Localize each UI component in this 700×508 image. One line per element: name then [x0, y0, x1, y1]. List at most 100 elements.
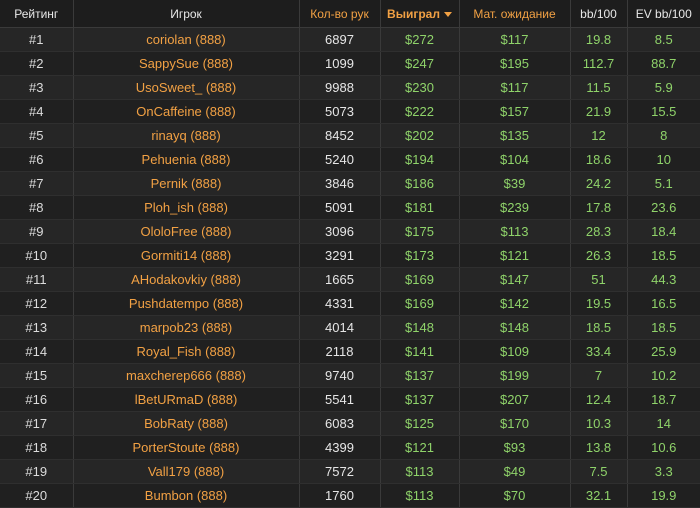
expected-cell: $148	[459, 315, 571, 340]
column-header-bb100[interactable]: bb/100	[570, 0, 628, 28]
bb100-cell: 32.1	[570, 483, 628, 508]
rank-cell: #19	[0, 459, 74, 484]
won-cell: $137	[380, 387, 460, 412]
player-link[interactable]: Ploh_ish (888)	[73, 195, 300, 220]
won-cell: $113	[380, 483, 460, 508]
rank-cell: #20	[0, 483, 74, 508]
rank-cell: #8	[0, 195, 74, 220]
expected-cell: $39	[459, 171, 571, 196]
player-link[interactable]: OloloFree (888)	[73, 219, 300, 244]
rank-cell: #9	[0, 219, 74, 244]
expected-cell: $49	[459, 459, 571, 484]
hands-cell: 6083	[299, 411, 381, 436]
player-link[interactable]: lBetURmaD (888)	[73, 387, 300, 412]
player-link[interactable]: Pernik (888)	[73, 171, 300, 196]
ev-bb100-cell: 14	[627, 411, 700, 436]
column-header-expected[interactable]: Мат. ожидание	[459, 0, 571, 28]
expected-cell: $117	[459, 75, 571, 100]
player-link[interactable]: Pushdatempo (888)	[73, 291, 300, 316]
bb100-cell: 51	[570, 267, 628, 292]
expected-cell: $195	[459, 51, 571, 76]
player-link[interactable]: BobRaty (888)	[73, 411, 300, 436]
column-header-rank[interactable]: Рейтинг	[0, 0, 74, 28]
ev-bb100-cell: 18.7	[627, 387, 700, 412]
column-header-rank-label: Рейтинг	[14, 6, 59, 21]
hands-cell: 7572	[299, 459, 381, 484]
bb100-cell: 12	[570, 123, 628, 148]
player-link[interactable]: coriolan (888)	[73, 27, 300, 52]
player-link[interactable]: marpob23 (888)	[73, 315, 300, 340]
ev-bb100-cell: 10.2	[627, 363, 700, 388]
bb100-cell: 7	[570, 363, 628, 388]
bb100-cell: 10.3	[570, 411, 628, 436]
player-link[interactable]: OnCaffeine (888)	[73, 99, 300, 124]
bb100-cell: 26.3	[570, 243, 628, 268]
player-link[interactable]: maxcherep666 (888)	[73, 363, 300, 388]
expected-cell: $199	[459, 363, 571, 388]
bb100-cell: 24.2	[570, 171, 628, 196]
player-link[interactable]: PorterStoute (888)	[73, 435, 300, 460]
player-link[interactable]: Gormiti14 (888)	[73, 243, 300, 268]
expected-cell: $70	[459, 483, 571, 508]
player-link[interactable]: Bumbon (888)	[73, 483, 300, 508]
column-header-won[interactable]: Выиграл	[380, 0, 460, 28]
table-row: #8 Ploh_ish (888) 5091 $181 $239 17.8 23.6	[0, 195, 700, 220]
rank-cell: #4	[0, 99, 74, 124]
won-cell: $113	[380, 459, 460, 484]
table-row: #18 PorterStoute (888) 4399 $121 $93 13.8 10.6	[0, 435, 700, 460]
won-cell: $175	[380, 219, 460, 244]
rank-cell: #16	[0, 387, 74, 412]
ev-bb100-cell: 19.9	[627, 483, 700, 508]
table-row: #14 Royal_Fish (888) 2118 $141 $109 33.4 25.9	[0, 339, 700, 364]
won-cell: $186	[380, 171, 460, 196]
ev-bb100-cell: 10.6	[627, 435, 700, 460]
column-header-hands[interactable]: Кол-во рук	[299, 0, 381, 28]
ev-bb100-cell: 16.5	[627, 291, 700, 316]
expected-cell: $117	[459, 27, 571, 52]
ev-bb100-cell: 5.1	[627, 171, 700, 196]
table-row: #19 Vall179 (888) 7572 $113 $49 7.5 3.3	[0, 459, 700, 484]
player-link[interactable]: AHodakovkiy (888)	[73, 267, 300, 292]
table-row: #5 rinayq (888) 8452 $202 $135 12 8	[0, 123, 700, 148]
table-row: #9 OloloFree (888) 3096 $175 $113 28.3 18.4	[0, 219, 700, 244]
hands-cell: 4014	[299, 315, 381, 340]
ev-bb100-cell: 5.9	[627, 75, 700, 100]
bb100-cell: 18.5	[570, 315, 628, 340]
ev-bb100-cell: 23.6	[627, 195, 700, 220]
won-cell: $272	[380, 27, 460, 52]
table-row: #1 coriolan (888) 6897 $272 $117 19.8 8.5	[0, 27, 700, 52]
hands-cell: 6897	[299, 27, 381, 52]
rank-cell: #6	[0, 147, 74, 172]
rank-cell: #5	[0, 123, 74, 148]
table-row: #16 lBetURmaD (888) 5541 $137 $207 12.4 18.7	[0, 387, 700, 412]
rank-cell: #11	[0, 267, 74, 292]
expected-cell: $142	[459, 291, 571, 316]
player-link[interactable]: Pehuenia (888)	[73, 147, 300, 172]
table-row: #6 Pehuenia (888) 5240 $194 $104 18.6 10	[0, 147, 700, 172]
expected-cell: $239	[459, 195, 571, 220]
player-link[interactable]: Royal_Fish (888)	[73, 339, 300, 364]
table-row: #12 Pushdatempo (888) 4331 $169 $142 19.5 16.5	[0, 291, 700, 316]
ev-bb100-cell: 18.5	[627, 315, 700, 340]
won-cell: $181	[380, 195, 460, 220]
rank-cell: #13	[0, 315, 74, 340]
hands-cell: 3846	[299, 171, 381, 196]
column-header-ev-bb100[interactable]: EV bb/100	[627, 0, 700, 28]
bb100-cell: 17.8	[570, 195, 628, 220]
hands-cell: 9988	[299, 75, 381, 100]
hands-cell: 5073	[299, 99, 381, 124]
player-link[interactable]: rinayq (888)	[73, 123, 300, 148]
column-header-player[interactable]: Игрок	[73, 0, 300, 28]
bb100-cell: 112.7	[570, 51, 628, 76]
sort-desc-icon	[443, 11, 452, 17]
ev-bb100-cell: 25.9	[627, 339, 700, 364]
player-link[interactable]: Vall179 (888)	[73, 459, 300, 484]
player-link[interactable]: SappySue (888)	[73, 51, 300, 76]
table-row: #20 Bumbon (888) 1760 $113 $70 32.1 19.9	[0, 483, 700, 508]
hands-cell: 4331	[299, 291, 381, 316]
hands-cell: 2118	[299, 339, 381, 364]
player-link[interactable]: UsoSweet_ (888)	[73, 75, 300, 100]
column-header-hands-label: Кол-во рук	[310, 6, 369, 21]
won-cell: $141	[380, 339, 460, 364]
expected-cell: $157	[459, 99, 571, 124]
